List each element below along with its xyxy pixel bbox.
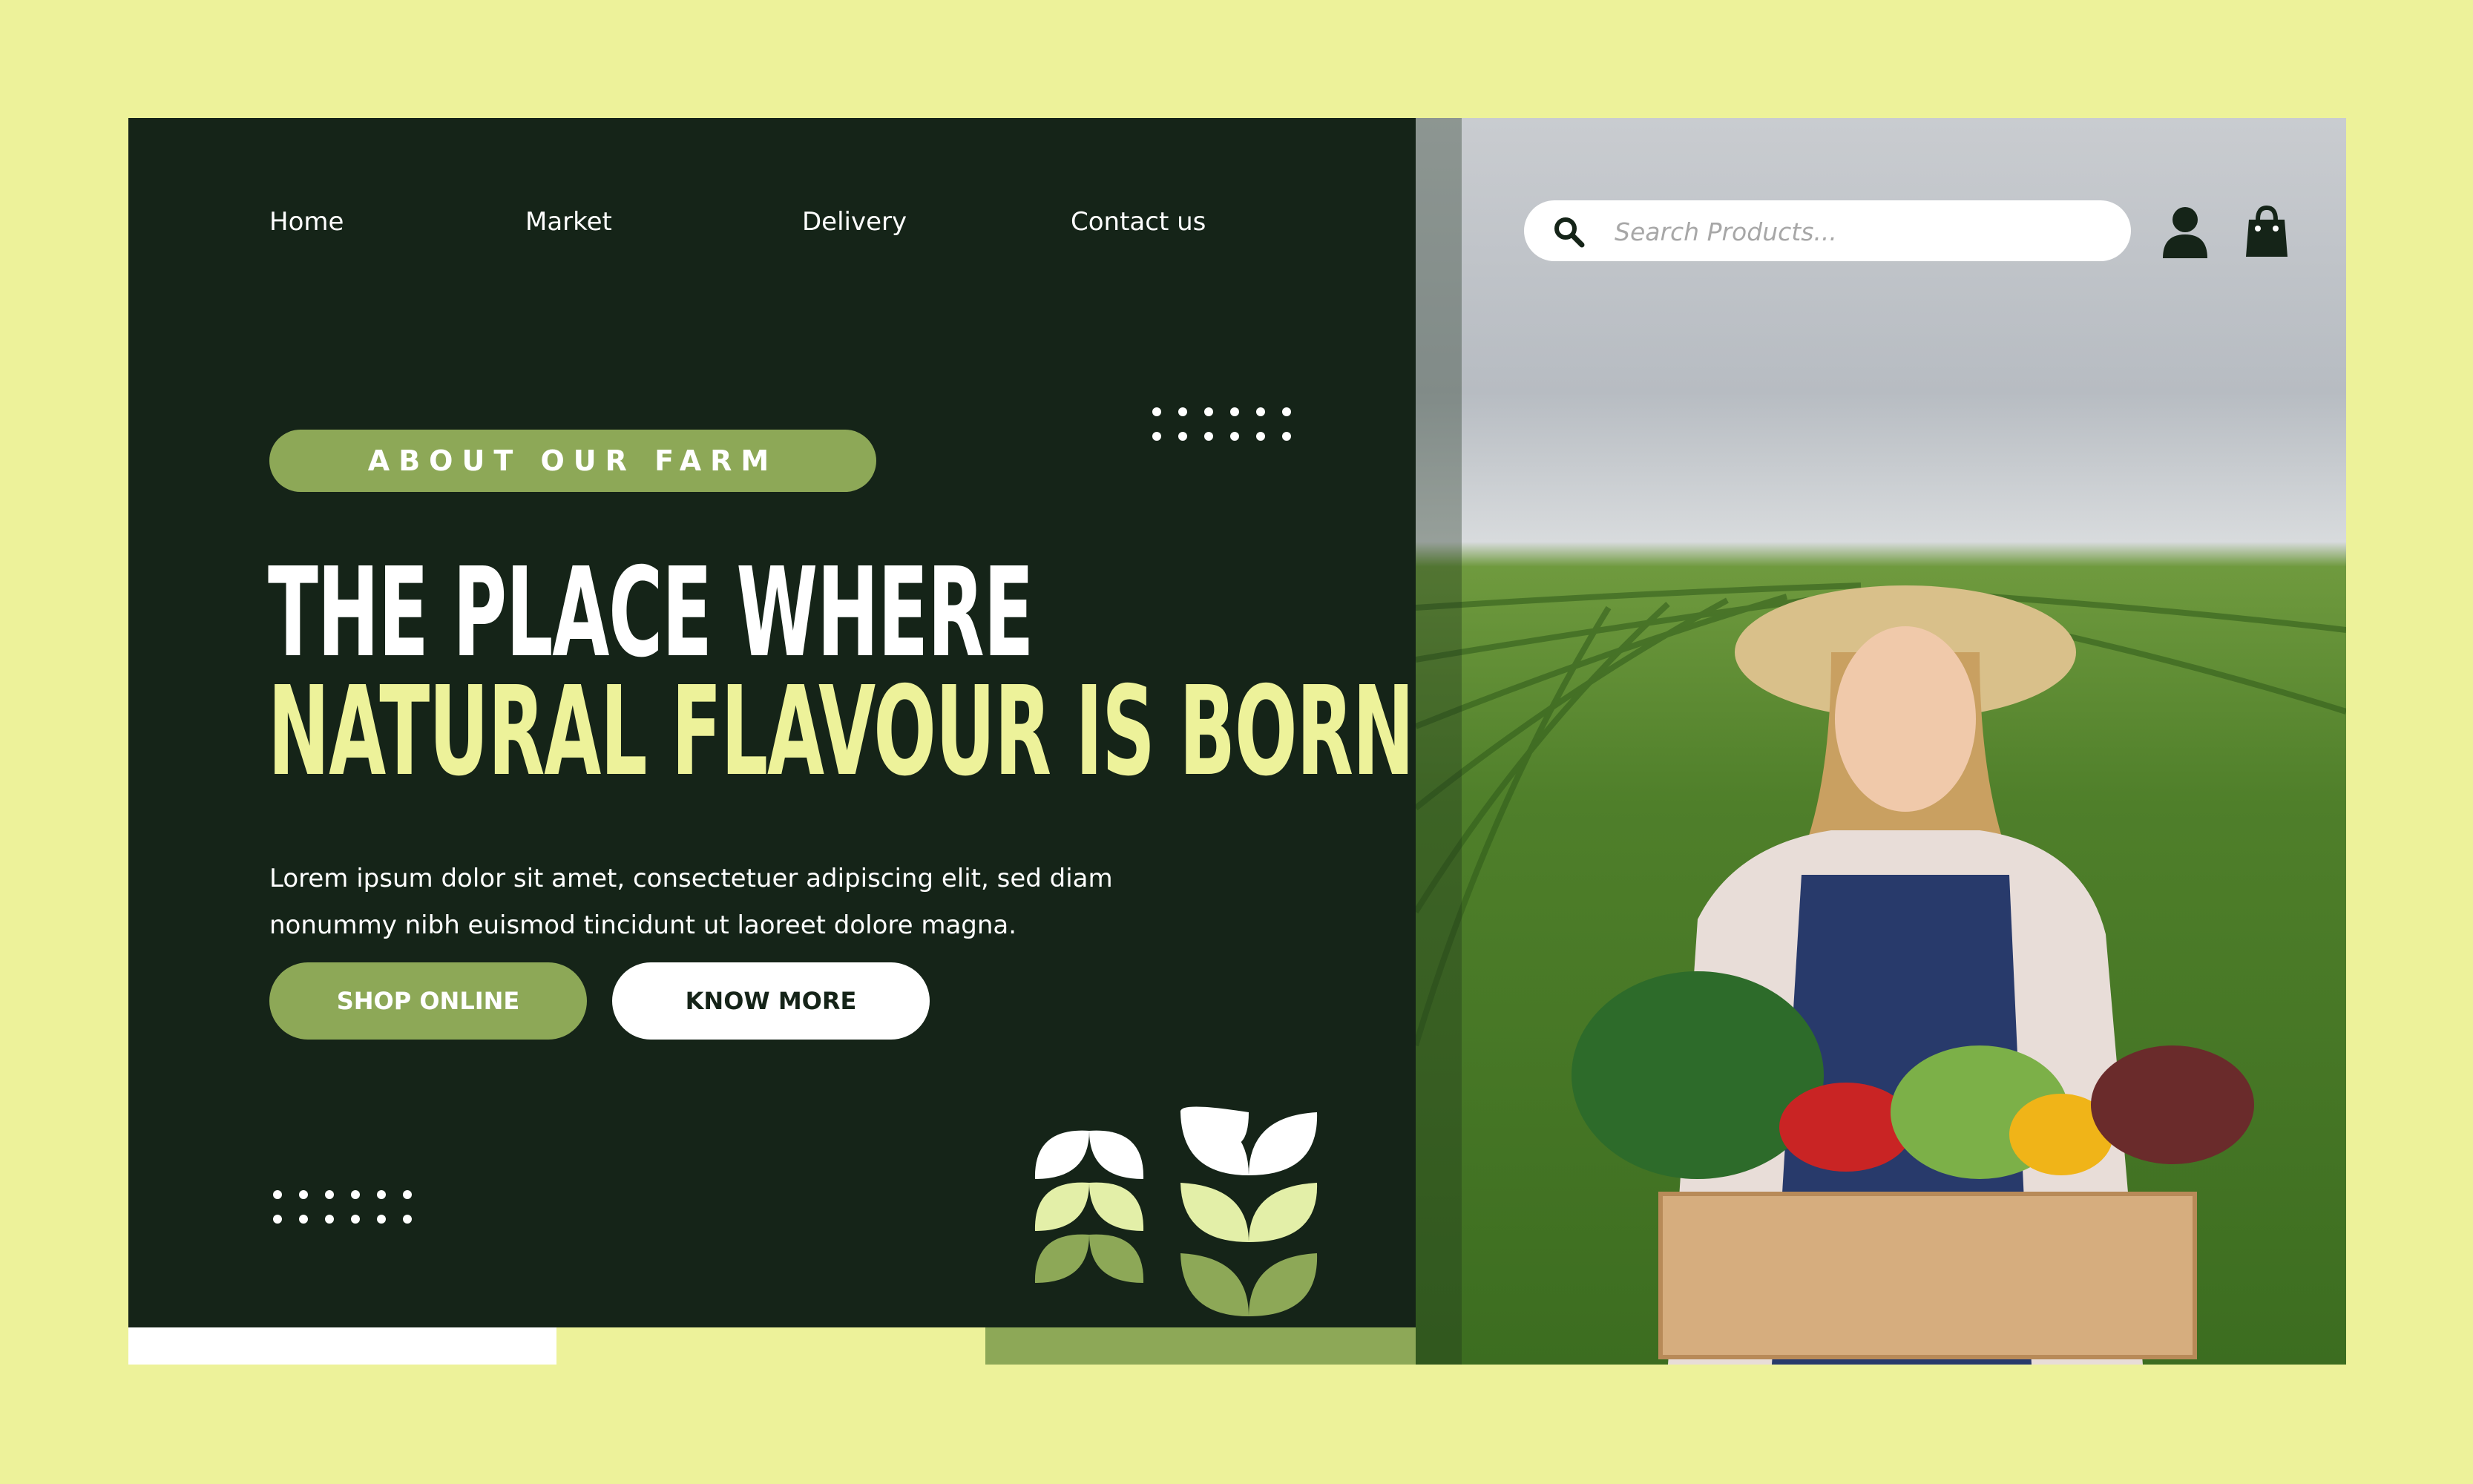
search-input[interactable] bbox=[1613, 200, 2106, 263]
user-icon[interactable] bbox=[2163, 206, 2207, 258]
search-icon[interactable] bbox=[1552, 215, 1585, 248]
nav-item-market[interactable]: Market bbox=[525, 207, 612, 237]
leaf-sprout-icon bbox=[1034, 1106, 1318, 1316]
shopping-bag-icon[interactable] bbox=[2244, 205, 2289, 258]
search-bar[interactable] bbox=[1524, 200, 2131, 263]
field-rows-illustration bbox=[1416, 582, 2346, 1365]
decorative-bar-green bbox=[985, 1327, 1416, 1365]
nav-item-contact[interactable]: Contact us bbox=[1071, 207, 1206, 237]
know-more-button[interactable]: KNOW MORE bbox=[612, 962, 930, 1040]
decorative-bar-white bbox=[128, 1327, 556, 1365]
about-farm-tag[interactable]: ABOUT OUR FARM bbox=[269, 430, 876, 492]
hero-panel: Home Market Delivery Contact us ABOUT OU… bbox=[128, 118, 1416, 1327]
landing-frame: Home Market Delivery Contact us ABOUT OU… bbox=[128, 118, 2346, 1365]
shop-online-button[interactable]: SHOP ONLINE bbox=[269, 962, 587, 1040]
nav-item-delivery[interactable]: Delivery bbox=[802, 207, 907, 237]
headline-line-1: THE PLACE WHERE bbox=[268, 542, 1034, 685]
headline-line-2: NATURAL FLAVOUR IS BORN bbox=[268, 660, 1414, 804]
hero-photo bbox=[1416, 118, 2346, 1365]
hero-description: Lorem ipsum dolor sit amet, consectetuer… bbox=[269, 864, 1113, 940]
nav-item-home[interactable]: Home bbox=[269, 207, 344, 237]
